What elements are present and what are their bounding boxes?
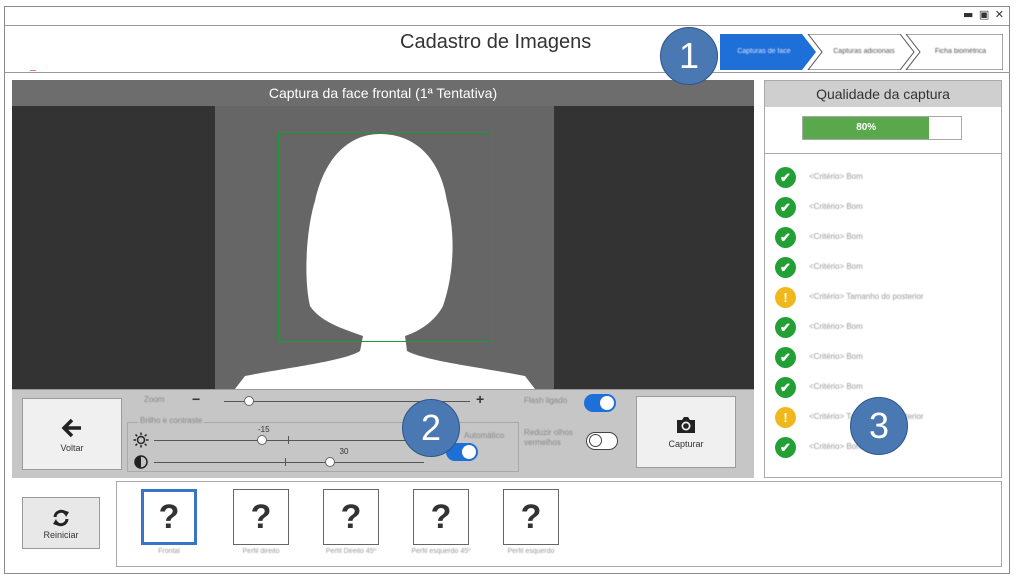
page-title: Cadastro de Imagens [400,31,592,53]
reduce-red-eye-label: Reduzir olhos vermelhos [524,428,573,447]
thumbnail-label: Frontal [158,548,180,555]
camera-icon [677,417,695,433]
camera-preview [12,106,754,389]
quality-criterion-text: <Critério> Bom [809,262,863,271]
camera-frame [215,106,554,389]
quality-criterion: ✔ <Critério> Bom [773,167,993,197]
thumbnail-label: Perfil direito [242,548,280,555]
reduce-toggle-knob [589,434,602,447]
step-capturas-adicionais[interactable]: Capturas adicionais [818,34,910,70]
quality-title: Qualidade da captura [765,81,1001,107]
sun-icon [133,432,149,448]
step-badge-1: 1 [660,27,718,85]
zoom-out-button[interactable]: − [192,391,200,407]
capture-controls: Voltar Zoom − + Brilho e contraste -15 3… [12,389,754,478]
contrast-value: 30 [339,447,349,456]
brightness-value: -15 [258,425,270,434]
quality-criterion-text: <Critério> Bom [809,442,863,451]
red-mark [30,70,36,71]
quality-criterion-text: <Critério> Bom [809,322,863,331]
brightness-slider-thumb[interactable] [257,435,267,445]
capture-panel: Captura da face frontal (1ª Tentativa) V… [12,80,754,478]
quality-divider [765,153,1001,154]
brightness-slider-track[interactable] [154,440,424,441]
check-circle-icon: ✔ [775,197,796,218]
exclamation-circle-icon: ! [775,287,796,308]
thumbnail-slot[interactable]: ? [141,489,197,545]
auto-toggle-knob [462,445,476,459]
close-button[interactable]: ✕ [995,8,1005,21]
check-circle-icon: ✔ [775,437,796,458]
restart-label: Reiniciar [43,530,79,540]
thumbnail-slot[interactable]: ? [323,489,379,545]
step-ficha-biometrica[interactable]: Ficha biométrica [918,34,1003,70]
quality-criterion: ✔ <Critério> Bom [773,347,993,377]
thumbnail-label: Perfil esquerdo [507,548,555,555]
contrast-slider-thumb[interactable] [324,457,335,467]
quality-progress-fill: 80% [803,117,930,139]
check-circle-icon: ✔ [775,227,796,248]
step-badge-3: 3 [850,397,908,455]
step-capturas-de-face[interactable]: Capturas de face [720,34,808,70]
back-label: Voltar [60,443,84,453]
thumbnail-label: Perfil Direito 45º [325,548,377,555]
step-badge-2: 2 [402,399,460,457]
check-circle-icon: ✔ [775,257,796,278]
quality-criterion: ✔ <Critério> Bom [773,227,993,257]
refresh-icon [53,509,69,527]
check-circle-icon: ✔ [775,377,796,398]
check-circle-icon: ✔ [775,167,796,188]
zoom-in-button[interactable]: + [476,391,484,407]
brightness-center-tick [288,436,289,444]
contrast-center-tick [285,458,286,466]
quality-criterion: ✔ <Critério> Bom [773,317,993,347]
back-button[interactable]: Voltar [22,398,122,470]
quality-criterion-text: <Critério> Bom [809,232,863,241]
thumbnail-slot[interactable]: ? [503,489,559,545]
quality-criterion: ! <Critério> Tamanho do posterior [773,287,993,317]
brightness-contrast-group: Brilho e contraste -15 30 Automático [127,416,519,472]
capture-label: Capturar [668,439,704,449]
zoom-label: Zoom [144,395,165,404]
auto-label: Automático [464,431,505,440]
quality-criterion-text: <Critério> Bom [809,172,863,181]
check-circle-icon: ✔ [775,347,796,368]
arrow-left-icon [61,418,81,438]
reduce-red-eye-toggle[interactable] [586,432,618,450]
contrast-slider-track[interactable] [154,462,424,463]
flash-toggle[interactable] [584,394,616,412]
quality-criterion-text: <Critério> Bom [809,202,863,211]
thumbnail-slot[interactable]: ? [233,489,289,545]
maximize-button[interactable]: ▣ [979,8,990,21]
titlebar-divider [5,25,1009,26]
exclamation-circle-icon: ! [775,407,796,428]
flash-label: Flash ligado [524,396,568,405]
face-detection-box [278,132,492,342]
capture-button[interactable]: Capturar [636,396,736,468]
header-divider [5,72,1010,73]
brightness-contrast-label: Brilho e contraste [138,416,205,425]
quality-criterion-text: <Critério> Bom [809,352,863,361]
restart-button[interactable]: Reiniciar [22,497,100,549]
quality-progress-bar: 80% [802,116,962,140]
quality-criterion: ✔ <Critério> Bom [773,197,993,227]
quality-criterion-text: <Critério> Tamanho do posterior [809,292,924,301]
thumbnail-label: Perfil esquerdo 45º [411,548,471,555]
capture-title: Captura da face frontal (1ª Tentativa) [12,80,754,106]
contrast-icon [134,455,148,469]
thumbnail-slot[interactable]: ? [413,489,469,545]
minimize-button[interactable]: ▬ [963,8,974,21]
quality-criterion: ✔ <Critério> Bom [773,257,993,287]
flash-toggle-knob [600,396,614,410]
quality-criterion-text: <Critério> Bom [809,382,863,391]
zoom-slider-thumb[interactable] [243,396,254,406]
window-controls: ▬ ▣ ✕ [963,8,1005,21]
wizard-steps: Capturas de face Capturas adicionais Fic… [720,34,1003,70]
check-circle-icon: ✔ [775,317,796,338]
capture-thumbnails: ? Frontal? Perfil direito? Perfil Direito 4… [116,481,1002,567]
